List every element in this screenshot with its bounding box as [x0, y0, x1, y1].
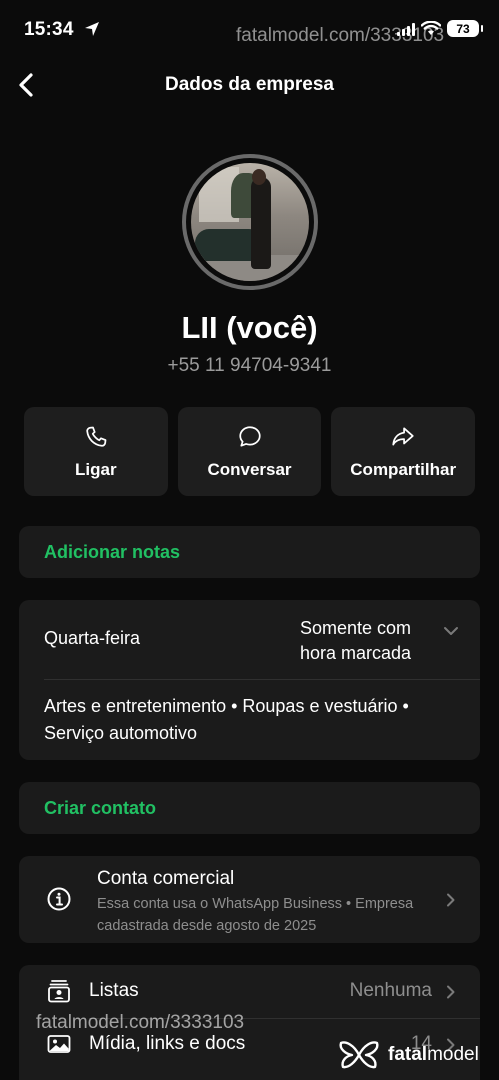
media-label: Mídia, links e docs — [89, 1033, 246, 1054]
chevron-right-icon — [447, 1038, 455, 1052]
share-label: Compartilhar — [350, 459, 457, 479]
media-row[interactable]: Mídia, links e docs 14 — [19, 1018, 480, 1071]
page-title: Dados da empresa — [165, 74, 334, 95]
media-value: 14 — [410, 1033, 432, 1054]
wifi-icon — [421, 21, 441, 35]
chat-label: Conversar — [207, 459, 292, 479]
avatar-photo — [191, 163, 309, 281]
lists-value: Nenhuma — [349, 980, 432, 1001]
cellular-signal-icon — [397, 22, 415, 36]
add-notes-button[interactable]: Adicionar notas — [19, 526, 480, 578]
status-time: 15:34 — [24, 19, 74, 40]
chevron-right-icon — [447, 985, 455, 999]
create-contact-button[interactable]: Criar contato — [19, 782, 480, 834]
call-button[interactable]: Ligar — [24, 407, 168, 496]
status-bar: 15:34 73 — [0, 0, 499, 60]
create-contact-card[interactable]: Criar contato — [19, 782, 480, 834]
chat-bubble-icon — [238, 425, 261, 447]
profile-phone: +55 11 94704-9341 — [167, 355, 332, 376]
profile-name: LII (você) — [181, 310, 318, 345]
add-notes-card[interactable]: Adicionar notas — [19, 526, 480, 578]
chat-button[interactable]: Conversar — [177, 407, 322, 496]
call-label: Ligar — [75, 459, 117, 479]
navigation-bar: Dados da empresa — [0, 60, 499, 110]
lists-row[interactable]: Listas Nenhuma — [19, 965, 480, 1018]
lists-label: Listas — [89, 980, 139, 1001]
business-categories: Artes e entretenimento • Roupas e vestuá… — [44, 696, 409, 743]
divider — [44, 679, 480, 680]
hours-day: Quarta-feira — [44, 628, 141, 648]
business-account-row[interactable]: Conta comercial Essa conta usa o WhatsAp… — [19, 856, 480, 943]
business-info-card: Quarta-feira Somente com hora marcada Ar… — [19, 600, 480, 760]
lists-card: Listas Nenhuma Mídia, links e docs 14 — [19, 965, 480, 1080]
phone-icon — [86, 426, 107, 447]
chevron-down-icon[interactable] — [442, 622, 460, 640]
business-hours-row[interactable]: Quarta-feira Somente com hora marcada — [44, 616, 460, 672]
action-buttons: Ligar Conversar Compartilhar — [24, 407, 476, 496]
location-arrow-icon — [85, 22, 99, 36]
chevron-right-icon — [447, 893, 455, 907]
share-arrow-icon — [392, 426, 414, 445]
hours-status: Somente com hora marcada — [300, 618, 412, 663]
info-icon — [47, 887, 71, 911]
status-indicators: 73 — [397, 20, 483, 37]
business-account-description: Essa conta usa o WhatsApp Business • Emp… — [97, 896, 414, 934]
business-account-title: Conta comercial — [97, 868, 235, 889]
lists-icon — [48, 980, 70, 1003]
share-button[interactable]: Compartilhar — [331, 407, 476, 496]
profile-avatar[interactable] — [182, 154, 318, 290]
media-icon — [47, 1035, 71, 1053]
battery-indicator: 73 — [447, 20, 483, 37]
